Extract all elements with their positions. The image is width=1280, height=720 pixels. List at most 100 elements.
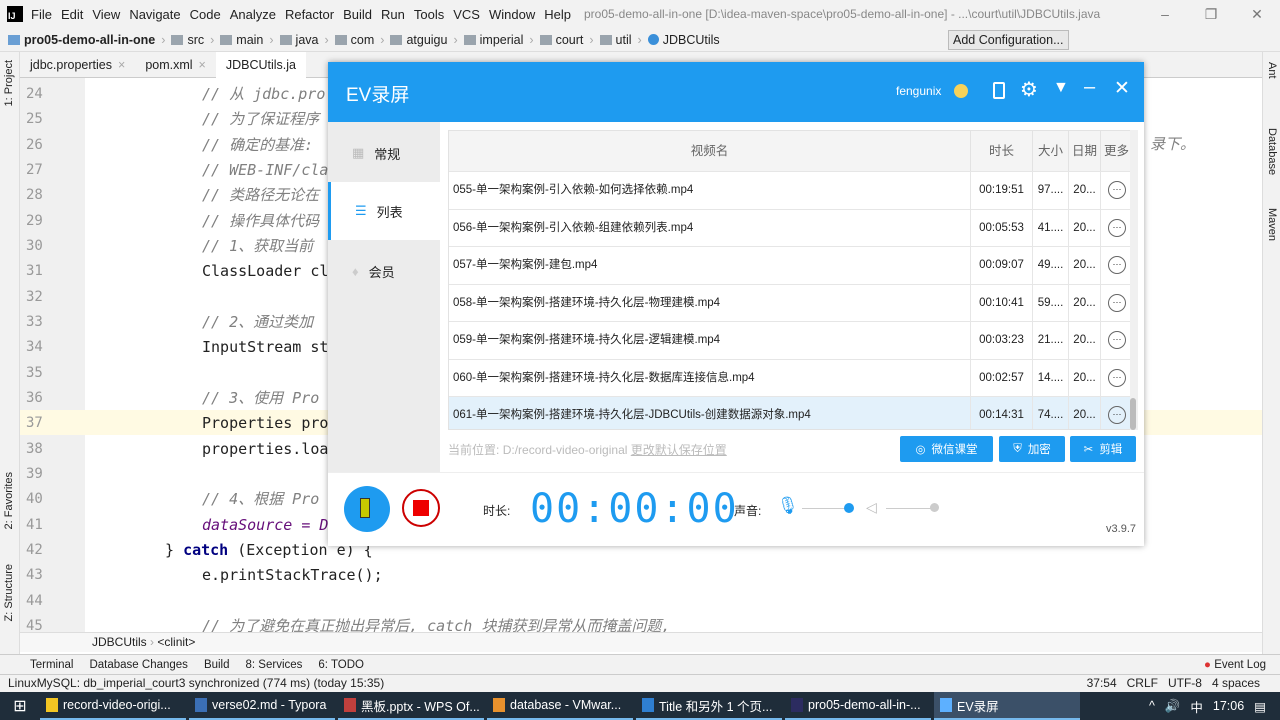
clock[interactable]: 17:06 [1213, 699, 1244, 713]
breadcrumb-item[interactable]: imperial [463, 33, 523, 47]
toolwindow--services[interactable]: 8: Services [246, 659, 303, 671]
more-options-icon[interactable]: ··· [1108, 181, 1126, 199]
more-options-icon[interactable]: ··· [1108, 406, 1126, 424]
taskbar-item[interactable]: record-video-origi... [40, 692, 186, 720]
menu-refactor[interactable]: Refactor [285, 7, 334, 22]
status-item[interactable]: 37:54 [1087, 675, 1117, 692]
menu-view[interactable]: View [92, 7, 120, 22]
taskbar-item[interactable]: verse02.md - Typora [189, 692, 335, 720]
table-row[interactable]: 057-单一架构案例-建包.mp4 00:09:07 49.... 20... ··· [449, 246, 1131, 284]
user-name[interactable]: fengunix [896, 84, 941, 98]
column-header[interactable]: 大小 [1033, 131, 1069, 171]
minimize-icon[interactable]: – [1084, 76, 1095, 99]
breadcrumb-item[interactable]: com [334, 33, 374, 47]
minimize-icon[interactable]: – [1142, 0, 1188, 28]
breadcrumb-class[interactable]: JDBCUtils [92, 635, 147, 649]
menu-help[interactable]: Help [544, 7, 571, 22]
status-item[interactable]: 4 spaces [1212, 675, 1260, 692]
editor-tab[interactable]: JDBCUtils.ja [215, 51, 307, 78]
sidebar-item-general[interactable]: ▦ 常规 [328, 124, 440, 182]
favorites-tool-button[interactable]: 2: Favorites [3, 472, 15, 529]
speaker-icon[interactable]: ◁ [866, 499, 877, 516]
table-row[interactable]: 061-单一架构案例-搭建环境-持久化层-JDBCUtils-创建数据源对象.m… [449, 396, 1131, 429]
add-configuration-button[interactable]: Add Configuration... [948, 30, 1069, 50]
toolwindow-database-changes[interactable]: Database Changes [89, 659, 187, 671]
breadcrumb-item[interactable]: src [171, 33, 204, 47]
breadcrumb-item[interactable]: atguigu [390, 33, 447, 47]
sidebar-item-member[interactable]: ♦ 会员 [328, 242, 440, 300]
table-row[interactable]: 058-单一架构案例-搭建环境-持久化层-物理建模.mp4 00:10:41 59.… [449, 283, 1131, 322]
menu-code[interactable]: Code [190, 7, 221, 22]
close-tab-icon[interactable]: × [199, 58, 206, 72]
ime-indicator[interactable]: 中 [1190, 697, 1203, 716]
menu-vcs[interactable]: VCS [453, 7, 480, 22]
taskbar-item[interactable]: pro05-demo-all-in-... [785, 692, 931, 720]
wechat-class-button[interactable]: ◎ 微信课堂 [900, 436, 993, 462]
close-tab-icon[interactable]: × [118, 58, 125, 72]
microphone-icon[interactable]: 🎙 [777, 496, 799, 516]
structure-tool-button[interactable]: Z: Structure [3, 564, 15, 621]
breadcrumb-item[interactable]: court [539, 33, 583, 47]
tray-chevron-icon[interactable]: ^ [1149, 699, 1155, 713]
taskbar-item[interactable]: 黑板.pptx - WPS Of... [338, 692, 484, 720]
status-item[interactable]: CRLF [1127, 675, 1158, 692]
menu-file[interactable]: File [31, 7, 52, 22]
menu-edit[interactable]: Edit [61, 7, 83, 22]
table-row[interactable]: 060-单一架构案例-搭建环境-持久化层-数据库连接信息.mp4 00:02:57… [449, 358, 1131, 397]
table-row[interactable]: 059-单一架构案例-搭建环境-持久化层-逻辑建模.mp4 00:03:23 21.… [449, 321, 1131, 359]
status-item[interactable]: UTF-8 [1168, 675, 1202, 692]
editor-tab[interactable]: jdbc.properties × [20, 52, 135, 78]
record-button[interactable] [344, 486, 390, 532]
toolwindow-terminal[interactable]: Terminal [30, 659, 73, 671]
dropdown-icon[interactable]: ▼ [1053, 79, 1069, 97]
database-tool-button[interactable]: Database [1266, 128, 1278, 175]
taskbar-item[interactable]: Title 和另外 1 个页... [636, 692, 782, 720]
close-icon[interactable]: ✕ [1114, 77, 1130, 100]
menu-run[interactable]: Run [381, 7, 405, 22]
column-header[interactable]: 时长 [971, 131, 1033, 171]
menu-tools[interactable]: Tools [414, 7, 444, 22]
maven-tool-button[interactable]: Maven [1266, 208, 1278, 241]
notification-icon[interactable]: ▤ [1254, 699, 1266, 714]
speaker-volume-handle[interactable] [930, 503, 939, 512]
maximize-icon[interactable]: ❐ [1188, 0, 1234, 28]
breadcrumb-method[interactable]: <clinit> [157, 635, 195, 649]
ant-tool-button[interactable]: Ant [1266, 62, 1278, 79]
more-options-icon[interactable]: ··· [1108, 218, 1126, 237]
toolwindow-build[interactable]: Build [204, 659, 230, 671]
more-options-icon[interactable]: ··· [1108, 256, 1126, 274]
mic-volume-handle[interactable] [844, 503, 854, 513]
mic-volume-slider[interactable] [802, 508, 850, 509]
stop-button[interactable] [402, 489, 440, 527]
more-options-icon[interactable]: ··· [1108, 368, 1126, 387]
breadcrumb-item[interactable]: JDBCUtils [647, 33, 720, 47]
event-log-button[interactable]: ● Event Log [1204, 659, 1266, 671]
breadcrumb-item[interactable]: main [220, 33, 263, 47]
close-icon[interactable]: ✕ [1234, 0, 1280, 28]
taskbar-item[interactable]: database - VMwar... [487, 692, 633, 720]
menu-build[interactable]: Build [343, 7, 372, 22]
editor-tab[interactable]: pom.xml × [135, 52, 216, 78]
windows-start-icon[interactable]: ⊞ [0, 696, 40, 716]
menu-navigate[interactable]: Navigate [129, 7, 180, 22]
table-scrollbar[interactable] [1130, 130, 1138, 430]
sidebar-item-list[interactable]: ☰ 列表 [328, 182, 440, 240]
menu-analyze[interactable]: Analyze [230, 7, 276, 22]
speaker-volume-slider[interactable] [886, 508, 934, 509]
encrypt-button[interactable]: ⛨ 加密 [999, 436, 1065, 462]
mini-mode-icon[interactable] [993, 82, 1005, 99]
more-options-icon[interactable]: ··· [1108, 331, 1126, 349]
edit-button[interactable]: ✂ 剪辑 [1070, 436, 1136, 462]
breadcrumb-item[interactable]: pro05-demo-all-in-one [8, 33, 155, 47]
change-path-link[interactable]: 更改默认保存位置 [631, 443, 727, 457]
breadcrumb-item[interactable]: java [279, 33, 318, 47]
breadcrumb-item[interactable]: util [599, 33, 632, 47]
column-header[interactable]: 视频名 [449, 131, 971, 171]
settings-icon[interactable]: ⚙ [1020, 77, 1038, 102]
volume-icon[interactable]: 🔊 [1165, 699, 1181, 714]
table-row[interactable]: 056-单一架构案例-引入依赖-组建依赖列表.mp4 00:05:53 41....… [449, 208, 1131, 247]
more-options-icon[interactable]: ··· [1108, 293, 1126, 312]
toolwindow--todo[interactable]: 6: TODO [318, 659, 364, 671]
column-header[interactable]: 日期 [1069, 131, 1101, 171]
menu-window[interactable]: Window [489, 7, 535, 22]
